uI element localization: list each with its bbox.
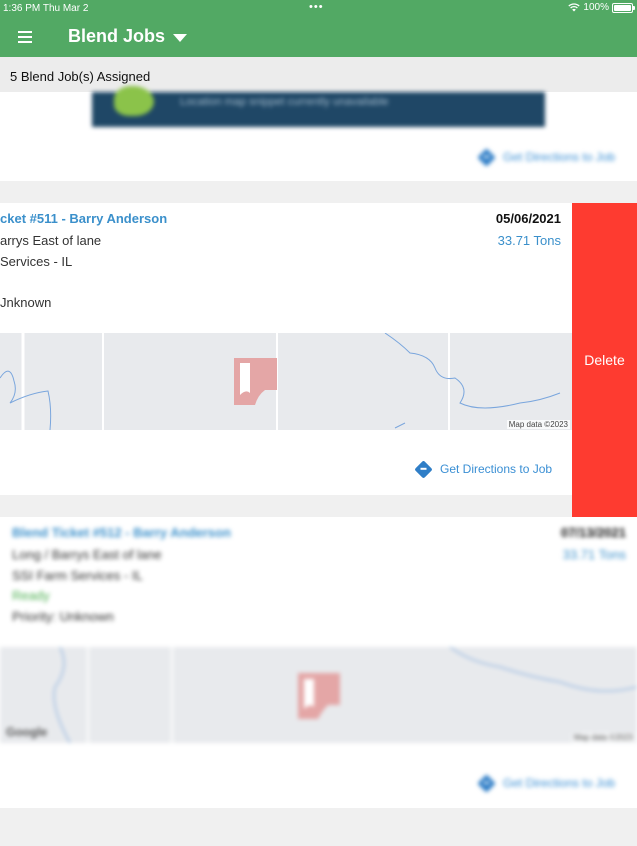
status-time: 1:36 PM Thu Mar 2 bbox=[3, 3, 89, 14]
ticket-vendor: Services - IL bbox=[0, 254, 73, 269]
get-directions-link[interactable]: Get Directions to Job bbox=[414, 459, 553, 479]
map-roads-icon bbox=[0, 333, 561, 430]
job-card-512[interactable]: Blend Ticket #512 - Barry Anderson Long … bbox=[0, 517, 637, 808]
delete-button[interactable]: Delete bbox=[572, 203, 637, 517]
directions-icon bbox=[477, 147, 496, 167]
status-right: 100% bbox=[568, 2, 635, 13]
job-location-map[interactable]: Google Map data ©2023 bbox=[0, 647, 637, 743]
directions-icon bbox=[414, 459, 433, 479]
battery-icon bbox=[612, 2, 635, 13]
get-directions-link[interactable]: Get Directions to Job bbox=[477, 773, 616, 793]
ticket-vendor: SSI Farm Services - IL bbox=[12, 568, 143, 583]
app-header: Blend Jobs bbox=[0, 17, 637, 57]
ticket-amount: 33.71 Tons bbox=[497, 233, 561, 248]
job-card-previous[interactable]: Location map snippet currently unavailab… bbox=[0, 86, 637, 181]
delete-label: Delete bbox=[584, 352, 625, 368]
ticket-status: Ready bbox=[12, 588, 50, 603]
ticket-title[interactable]: Blend Ticket #512 - Barry Anderson bbox=[12, 525, 231, 540]
assigned-count: 5 Blend Job(s) Assigned bbox=[10, 69, 151, 84]
ticket-farm: Long / Barrys East of lane bbox=[12, 547, 162, 562]
multitasking-dots[interactable]: ••• bbox=[309, 1, 324, 13]
map-credit: Map data ©2023 bbox=[506, 420, 570, 429]
ticket-priority: Jnknown bbox=[0, 295, 52, 310]
map-unavailable-message: Location map snippet currently unavailab… bbox=[180, 96, 389, 108]
battery-percent: 100% bbox=[583, 2, 609, 13]
ticket-farm: arrys East of lane bbox=[0, 233, 102, 248]
hamburger-menu-icon[interactable] bbox=[18, 31, 32, 43]
get-directions-label: Get Directions to Job bbox=[440, 462, 553, 476]
ticket-amount: 33.71 Tons bbox=[562, 547, 626, 562]
map-pin-icon bbox=[114, 86, 154, 116]
assigned-count-bar: 5 Blend Job(s) Assigned bbox=[0, 57, 637, 92]
job-location-map[interactable]: Map data ©2023 bbox=[0, 333, 572, 430]
chevron-down-icon[interactable] bbox=[173, 34, 187, 42]
map-roads-icon bbox=[53, 647, 637, 743]
get-directions-label: Get Directions to Job bbox=[503, 150, 616, 164]
page-title[interactable]: Blend Jobs bbox=[68, 26, 165, 47]
ticket-date: 07/13/2021 bbox=[560, 525, 626, 540]
ticket-date: 05/06/2021 bbox=[495, 211, 561, 226]
get-directions-link[interactable]: Get Directions to Job bbox=[477, 147, 616, 167]
get-directions-label: Get Directions to Job bbox=[503, 776, 616, 790]
map-credit: Map data ©2023 bbox=[571, 733, 635, 742]
wifi-icon bbox=[568, 3, 581, 12]
map-unavailable-banner: Location map snippet currently unavailab… bbox=[92, 86, 545, 127]
ticket-title[interactable]: cket #511 - Barry Anderson bbox=[0, 211, 167, 226]
status-bar: 1:36 PM Thu Mar 2 ••• 100% bbox=[0, 0, 637, 17]
directions-icon bbox=[477, 773, 496, 793]
ticket-priority: Priority: Unknown bbox=[12, 609, 114, 624]
job-card-511[interactable]: cket #511 - Barry Anderson arrys East of… bbox=[0, 203, 572, 495]
google-logo: Google bbox=[6, 725, 48, 739]
